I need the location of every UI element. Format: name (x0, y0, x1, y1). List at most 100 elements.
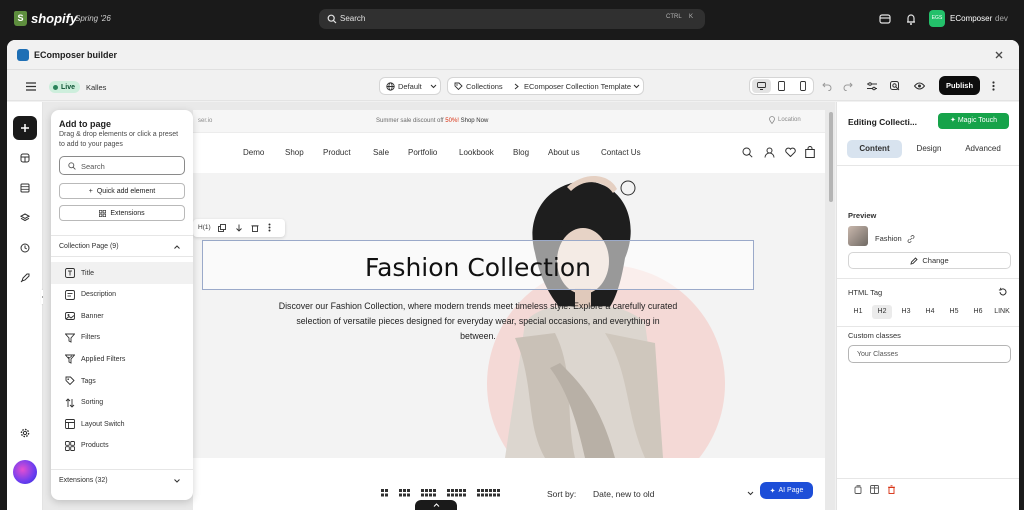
mobile-icon[interactable] (800, 81, 806, 91)
layers-button[interactable] (15, 208, 35, 228)
tab-content[interactable]: Content (847, 140, 902, 158)
grid-3-columns-icon[interactable] (399, 489, 411, 497)
element-item-layout-switch[interactable]: Layout Switch (51, 413, 193, 435)
nav-link[interactable]: Portfolio (408, 148, 437, 157)
nav-link[interactable]: About us (548, 148, 580, 157)
store-name[interactable]: EComposer (950, 14, 992, 23)
canvas-scrollbar[interactable] (829, 112, 833, 202)
pages-button[interactable] (15, 148, 35, 168)
settings-sliders-icon[interactable] (863, 77, 881, 95)
element-item-products[interactable]: Products (51, 435, 193, 457)
change-button[interactable]: Change (848, 252, 1011, 269)
close-icon[interactable] (993, 49, 1005, 61)
sections-button[interactable] (15, 178, 35, 198)
element-item-sorting[interactable]: Sorting (51, 392, 193, 414)
columns-icon[interactable] (870, 485, 879, 494)
nav-link[interactable]: Blog (513, 148, 529, 157)
grid-2-columns-icon[interactable] (381, 489, 389, 497)
preview-label: Preview (848, 211, 877, 220)
store-avatar[interactable]: EGS (929, 10, 945, 27)
element-item-title[interactable]: Title (51, 262, 193, 284)
extensions-group[interactable]: Extensions (32) (51, 469, 193, 491)
sort-select[interactable]: Date, new to old (593, 489, 654, 499)
element-item-filters[interactable]: Filters (51, 327, 193, 349)
clock-icon (20, 243, 30, 253)
review-icon[interactable] (886, 77, 904, 95)
more-icon[interactable] (984, 77, 1002, 95)
grid-4-columns-icon[interactable] (421, 489, 437, 497)
nav-link[interactable]: Sale (373, 148, 389, 157)
settings-button[interactable] (15, 423, 35, 443)
ai-assistant-avatar[interactable] (13, 460, 37, 484)
element-tag-label[interactable]: H(1) (198, 224, 211, 231)
copy-icon[interactable] (854, 485, 863, 494)
element-item-label: Products (81, 442, 109, 450)
html-tag-h4[interactable]: H4 (920, 305, 940, 319)
history-button[interactable] (15, 238, 35, 258)
desktop-toggle[interactable] (752, 79, 771, 93)
nav-link[interactable]: Contact Us (601, 148, 641, 157)
collection-title[interactable]: Fashion Collection (202, 253, 754, 282)
element-item-description[interactable]: Description (51, 284, 193, 306)
html-tag-h6[interactable]: H6 (968, 305, 988, 319)
element-search-input[interactable]: Search (59, 156, 185, 175)
html-tag-h1[interactable]: H1 (848, 305, 868, 319)
ai-page-button[interactable]: ✦ AI Page (760, 482, 813, 499)
grid-6-columns-icon[interactable] (477, 489, 501, 497)
announcement-link[interactable]: Shop Now (461, 118, 489, 124)
template-select[interactable]: Default (379, 77, 441, 95)
marketing-button[interactable] (15, 268, 35, 288)
template-breadcrumb[interactable]: Collections EComposer Collection Templat… (447, 77, 644, 95)
html-tag-link[interactable]: LINK (992, 305, 1012, 319)
link-icon[interactable] (907, 235, 915, 243)
html-tag-h3[interactable]: H3 (896, 305, 916, 319)
element-item-applied-filters[interactable]: Applied Filters (51, 348, 193, 370)
grid-5-columns-icon[interactable] (447, 489, 467, 497)
shortcut-ctrl: CTRL (666, 14, 682, 20)
tab-design[interactable]: Design (902, 140, 956, 158)
nav-link[interactable]: Demo (243, 148, 264, 157)
html-tag-h5[interactable]: H5 (944, 305, 964, 319)
nav-link[interactable]: Product (323, 148, 351, 157)
redo-icon[interactable] (839, 77, 857, 95)
add-element-button[interactable] (13, 116, 37, 140)
collection-description[interactable]: Discover our Fashion Collection, where m… (202, 299, 754, 344)
magic-touch-button[interactable]: ✦ Magic Touch (938, 113, 1009, 129)
cart-bag-icon[interactable] (805, 146, 815, 158)
nav-link[interactable]: Shop (285, 148, 304, 157)
element-item-tags[interactable]: Tags (51, 370, 193, 392)
bell-icon[interactable] (904, 12, 918, 26)
location-link[interactable]: Location (778, 117, 801, 123)
breadcrumb-template[interactable]: EComposer Collection Template (524, 82, 631, 91)
search-icon[interactable] (742, 147, 753, 158)
user-icon[interactable] (764, 147, 775, 158)
trash-icon[interactable] (251, 224, 259, 232)
publish-button[interactable]: Publish (939, 76, 980, 95)
extensions-button[interactable]: Extensions (59, 205, 185, 221)
collection-page-group[interactable]: Collection Page (9) (51, 235, 193, 257)
store-icon[interactable] (878, 12, 892, 26)
breadcrumb-collections[interactable]: Collections (466, 82, 503, 91)
duplicate-icon[interactable] (218, 224, 226, 232)
delete-icon[interactable] (887, 485, 896, 494)
reset-icon[interactable] (998, 287, 1008, 297)
tablet-icon[interactable] (778, 81, 785, 91)
element-item-banner[interactable]: Banner (51, 305, 193, 327)
html-tag-h2[interactable]: H2 (872, 305, 892, 319)
nav-link[interactable]: Lookbook (459, 148, 494, 157)
heart-icon[interactable] (785, 147, 796, 157)
preview-eye-icon[interactable] (910, 77, 928, 95)
shopify-logo[interactable]: S shopify (14, 11, 77, 26)
quick-add-button[interactable]: + Quick add element (59, 183, 185, 199)
more-vertical-icon[interactable] (268, 223, 271, 232)
move-down-icon[interactable] (235, 224, 243, 232)
globe-icon (386, 82, 395, 91)
footer-divider (837, 478, 1019, 479)
custom-classes-input[interactable]: Your Classes (848, 345, 1011, 363)
admin-search-input[interactable]: Search CTRL K (319, 9, 705, 29)
undo-icon[interactable] (818, 77, 836, 95)
layout-switch (381, 489, 511, 497)
menu-icon[interactable] (22, 77, 40, 95)
tab-advanced[interactable]: Advanced (956, 140, 1010, 158)
bottom-drawer-handle[interactable] (415, 500, 457, 510)
